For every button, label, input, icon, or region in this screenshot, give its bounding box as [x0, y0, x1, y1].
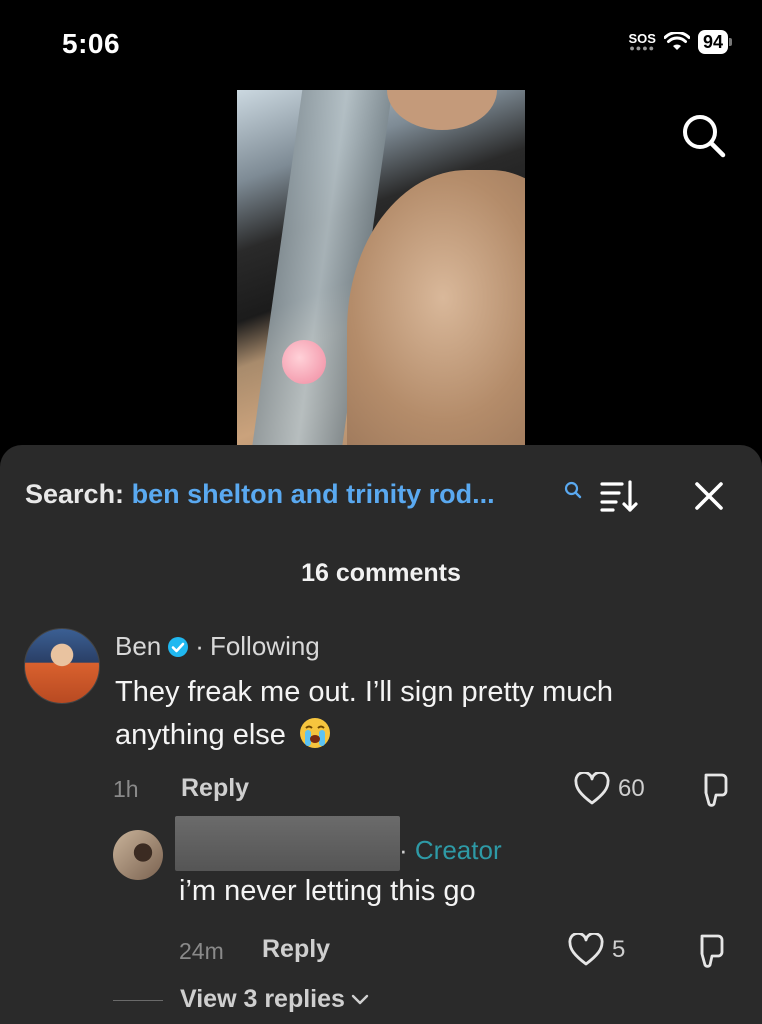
comment-text-body: They freak me out. I’ll sign pretty much… — [115, 676, 614, 751]
avatar[interactable] — [24, 628, 100, 704]
close-icon[interactable] — [693, 480, 725, 512]
comment-timestamp: 1h — [113, 776, 139, 802]
sos-indicator: SOS ●●●● — [629, 32, 656, 53]
thumbs-down-icon[interactable] — [694, 771, 732, 809]
creator-tag: · Creator — [399, 835, 502, 866]
replies-divider — [113, 1000, 163, 1001]
app-screen: 5:06 SOS ●●●● 94 Search: ben shelton and… — [0, 0, 762, 1024]
thumbs-down-icon[interactable] — [690, 932, 728, 970]
loudly-crying-face-icon — [299, 718, 330, 748]
view-replies-button[interactable]: View 3 replies — [180, 985, 369, 1014]
heart-outline-icon — [574, 772, 610, 805]
reply-reply-button[interactable]: Reply — [262, 935, 330, 964]
view-replies-label: View 3 replies — [180, 985, 345, 1013]
creator-label: Creator — [414, 835, 502, 865]
separator-dot: · — [195, 631, 204, 661]
heart-outline-icon — [568, 933, 604, 966]
like-button[interactable]: 60 — [574, 772, 645, 806]
like-count: 60 — [618, 775, 645, 802]
search-label: Search: — [25, 479, 125, 509]
verified-badge-icon — [168, 636, 189, 657]
video-preview[interactable] — [237, 90, 525, 450]
comment-author-row: Ben · Following — [115, 631, 320, 662]
search-query-link[interactable]: ben shelton and trinity rod... — [132, 479, 495, 509]
comment-text: They freak me out. I’ll sign pretty much… — [115, 671, 715, 757]
battery-indicator: 94 — [697, 30, 732, 54]
signal-dots-icon: ●●●● — [629, 43, 656, 53]
comments-sheet: Search: ben shelton and trinity rod... 1… — [0, 445, 762, 1024]
reply-text: i’m never letting this go — [179, 875, 476, 907]
search-mini-icon — [564, 481, 582, 499]
status-indicators: SOS ●●●● 94 — [629, 30, 732, 54]
reply-like-count: 5 — [612, 936, 626, 963]
comment-count: 16 comments — [301, 559, 461, 587]
redacted-username — [175, 816, 400, 871]
reply-timestamp: 24m — [179, 938, 224, 964]
wifi-icon — [663, 32, 690, 50]
battery-tip-icon — [729, 38, 732, 46]
separator-dot: · — [399, 835, 408, 865]
reply-avatar[interactable] — [113, 830, 163, 880]
comment-search-bar[interactable]: Search: ben shelton and trinity rod... — [25, 479, 495, 510]
search-icon[interactable] — [680, 112, 728, 160]
reply-button[interactable]: Reply — [181, 774, 249, 803]
comment-author-name[interactable]: Ben — [115, 631, 161, 662]
video-face-shape — [387, 90, 497, 130]
following-label: Following — [209, 631, 320, 661]
status-time: 5:06 — [62, 28, 121, 59]
reply-like-button[interactable]: 5 — [568, 933, 625, 967]
video-ball-shape — [282, 340, 326, 384]
sort-icon[interactable] — [600, 479, 638, 513]
battery-level: 94 — [697, 30, 728, 54]
chevron-down-icon — [351, 994, 369, 1004]
